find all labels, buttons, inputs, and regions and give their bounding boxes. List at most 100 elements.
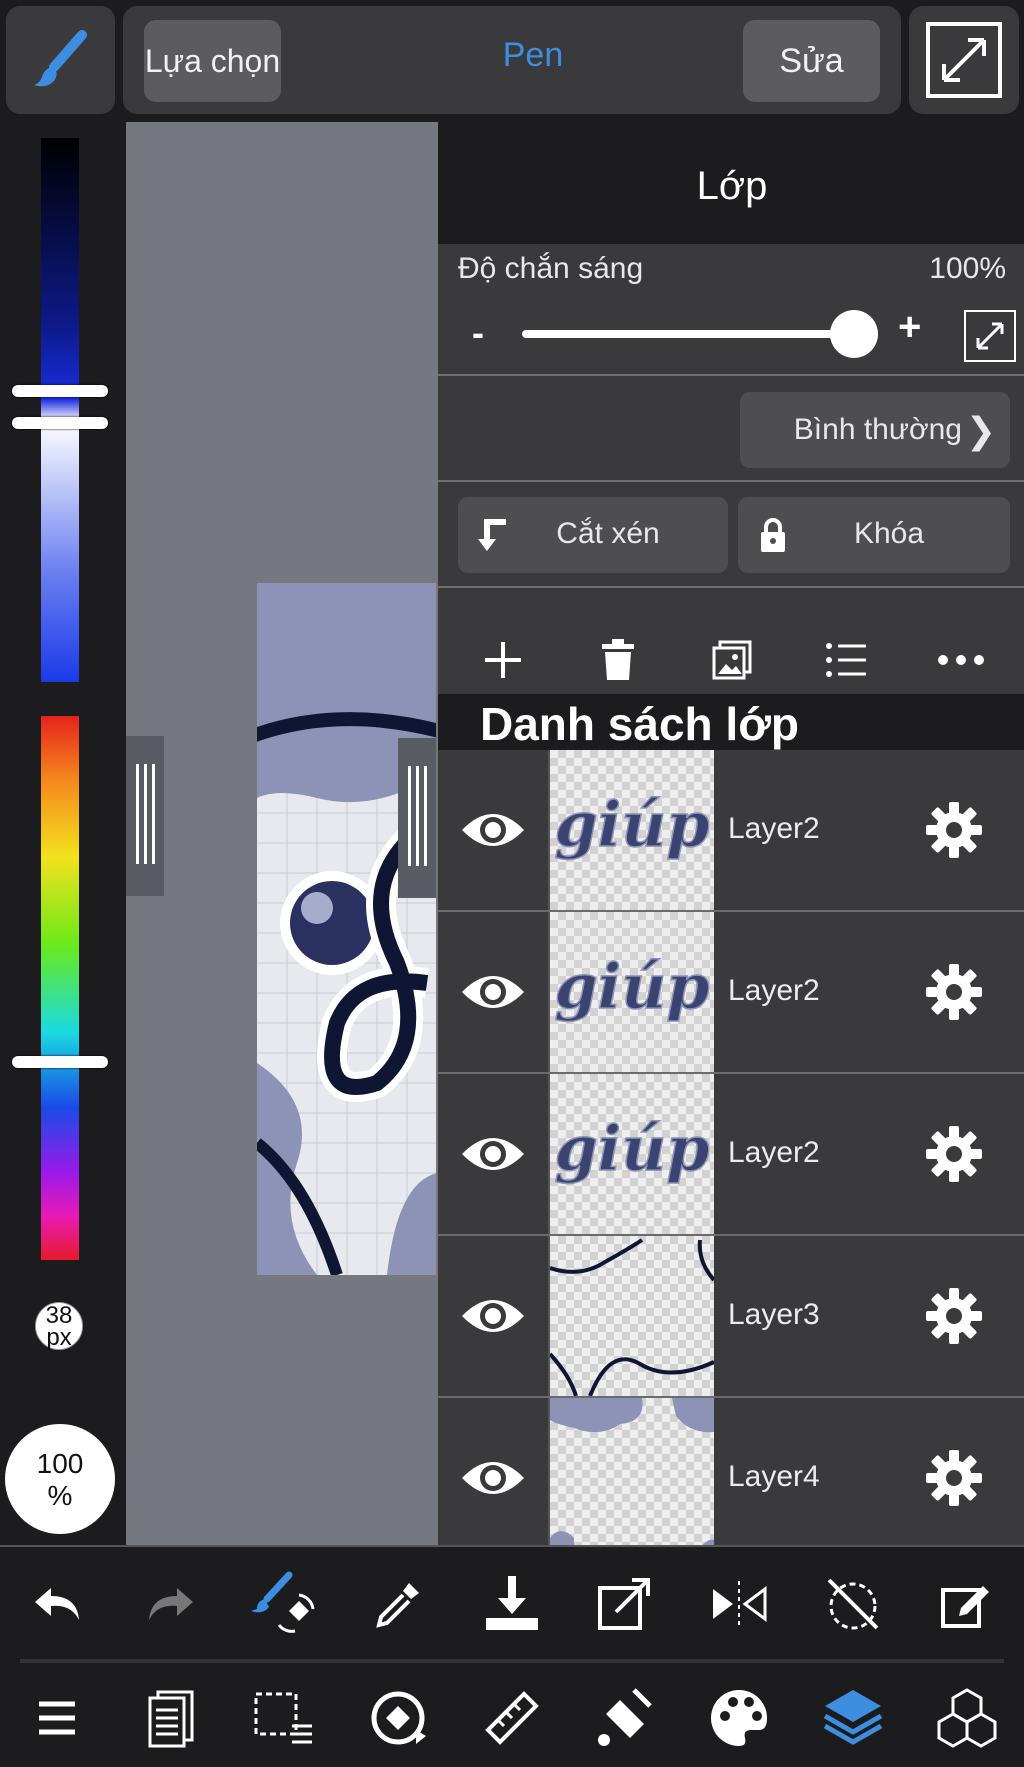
visibility-toggle[interactable] (438, 1236, 550, 1396)
list-icon (826, 643, 867, 677)
edit-layer-button[interactable] (921, 1558, 1013, 1650)
lock-button[interactable]: Khóa (738, 497, 1010, 573)
more-icon (937, 655, 984, 665)
visibility-toggle[interactable] (438, 912, 550, 1072)
brush-transform-button[interactable] (238, 1558, 330, 1650)
layer-settings-button[interactable] (924, 962, 984, 1027)
palette-icon (711, 1690, 768, 1746)
layer-row[interactable]: Layer4 (438, 1398, 1024, 1560)
image-icon (712, 640, 752, 680)
artwork-canvas[interactable] (257, 583, 437, 1275)
fill-button[interactable] (580, 1672, 672, 1764)
layer-row[interactable]: giúp Layer2 (438, 912, 1024, 1074)
opacity-slider-knob[interactable] (830, 310, 878, 358)
right-panel-grip[interactable] (398, 738, 436, 898)
opacity-decrease-button[interactable]: - (472, 312, 484, 354)
layer-name: Layer2 (728, 974, 820, 1007)
blend-mode-button[interactable]: Bình thường ❯ (740, 392, 1010, 468)
toolbar-separator (20, 1659, 1004, 1663)
ruler-icon (485, 1691, 539, 1745)
opacity-increase-button[interactable]: + (898, 305, 921, 350)
transform-button[interactable] (580, 1558, 672, 1650)
menu-button[interactable] (11, 1672, 103, 1764)
brush-opacity-unit: % (47, 1480, 73, 1511)
opacity-expand-button[interactable] (964, 310, 1016, 362)
layer-settings-button[interactable] (924, 1286, 984, 1351)
edit-icon (941, 1586, 989, 1628)
layer-settings-button[interactable] (924, 1124, 984, 1189)
pages-button[interactable] (125, 1672, 217, 1764)
top-toolbar: Lựa chọn Pen Sửa (0, 0, 1024, 122)
layer-settings-button[interactable] (924, 1448, 984, 1513)
svg-text:giúp: giúp (554, 950, 709, 1023)
layer-row[interactable]: giúp Layer2 (438, 750, 1024, 912)
brush-size-indicator[interactable]: 38 px (35, 1302, 83, 1350)
fullscreen-button[interactable] (909, 6, 1019, 114)
color-sidebar: 38 px 100 % (0, 122, 126, 1545)
ruler-button[interactable] (466, 1672, 558, 1764)
selection-icon (254, 1692, 313, 1744)
layer-list: giúp Layer2 giúp Layer2 giúp Layer2 Layer3 Laye… (438, 750, 1024, 1560)
left-panel-grip[interactable] (126, 736, 164, 896)
svg-text:giúp: giúp (554, 1112, 709, 1185)
palette-button[interactable] (693, 1672, 785, 1764)
bottom-toolbar-row-1 (0, 1547, 1024, 1661)
transform-icon (597, 1578, 650, 1630)
selection-tool-button[interactable] (238, 1672, 330, 1764)
opacity-label: Độ chắn sáng (458, 252, 644, 285)
brush-opacity-indicator[interactable]: 100 % (5, 1424, 115, 1534)
hue-handle[interactable] (12, 1056, 108, 1068)
brush-size-unit: px (46, 1324, 72, 1351)
pages-icon (148, 1690, 194, 1748)
import-image-button[interactable] (692, 620, 772, 700)
flip-button[interactable] (693, 1558, 785, 1650)
delete-layer-button[interactable] (578, 620, 658, 700)
plus-icon (485, 642, 522, 678)
more-options-button[interactable] (921, 620, 1001, 700)
visibility-toggle[interactable] (438, 750, 550, 910)
visibility-toggle[interactable] (438, 1398, 550, 1558)
layers-button[interactable] (807, 1672, 899, 1764)
brightness-handle-top[interactable] (12, 385, 108, 397)
bottom-toolbar (0, 1545, 1024, 1767)
redo-button[interactable] (125, 1558, 217, 1650)
current-tool-name[interactable]: Pen (443, 36, 623, 75)
layer-settings-button[interactable] (924, 800, 984, 865)
svg-text:giúp: giúp (554, 788, 709, 861)
brightness-handle-bottom[interactable] (12, 417, 108, 429)
clipping-button[interactable]: Cắt xén (458, 497, 728, 573)
rotate-reset-button[interactable] (807, 1558, 899, 1650)
eyedropper-button[interactable] (352, 1558, 444, 1650)
selection-button[interactable]: Lựa chọn (144, 20, 281, 102)
eye-icon (462, 1462, 524, 1494)
brush-tool-button[interactable] (6, 6, 115, 114)
hue-slider[interactable] (41, 716, 79, 1260)
add-layer-button[interactable] (463, 620, 543, 700)
visibility-toggle[interactable] (438, 1074, 550, 1234)
lock-label: Khóa (853, 517, 925, 550)
brush-opacity-value: 100 (36, 1448, 84, 1479)
layer-name: Layer2 (728, 812, 820, 845)
opacity-slider[interactable] (522, 330, 854, 338)
expand-icon (926, 22, 1002, 98)
eyedropper-icon (376, 1583, 420, 1628)
gear-icon (926, 802, 982, 858)
fill-icon (597, 1688, 652, 1746)
save-fill-button[interactable] (466, 1558, 558, 1650)
brightness-slider[interactable] (41, 138, 79, 682)
rotate-off-icon (827, 1578, 879, 1630)
edit-button[interactable]: Sửa (743, 20, 880, 102)
layer-row[interactable]: Layer3 (438, 1236, 1024, 1398)
clipping-label: Cắt xén (556, 517, 660, 550)
snap-button[interactable] (352, 1672, 444, 1764)
gear-icon (926, 964, 982, 1020)
artwork-image (257, 583, 437, 1275)
blend-mode-label: Bình thường (793, 413, 962, 446)
layer-name: Layer3 (728, 1298, 820, 1331)
undo-button[interactable] (11, 1558, 103, 1650)
materials-button[interactable] (921, 1672, 1013, 1764)
layer-menu-button[interactable] (806, 620, 886, 700)
fill-download-icon (485, 1576, 538, 1630)
layer-row[interactable]: giúp Layer2 (438, 1074, 1024, 1236)
layer-thumbnail (550, 1236, 714, 1396)
